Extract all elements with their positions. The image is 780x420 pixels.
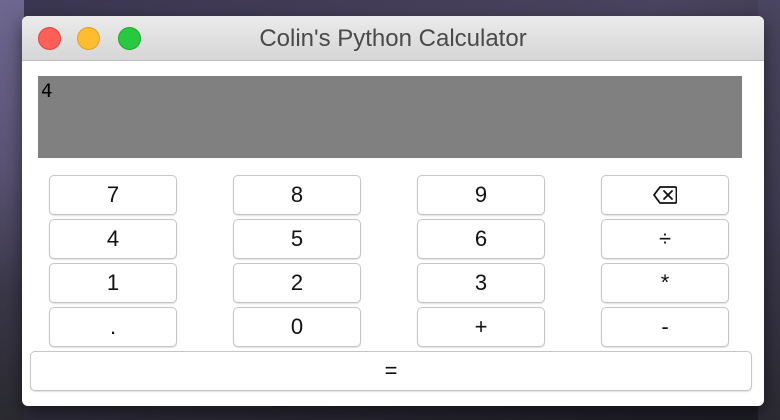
desktop-wallpaper-left xyxy=(0,0,24,420)
key-7-button[interactable]: 7 xyxy=(49,175,177,215)
key-2-button[interactable]: 2 xyxy=(233,263,361,303)
minus-button[interactable]: - xyxy=(601,307,729,347)
display-value: 4 xyxy=(41,80,53,102)
key-8-button[interactable]: 8 xyxy=(233,175,361,215)
key-3-button[interactable]: 3 xyxy=(417,263,545,303)
title-bar[interactable]: Colin's Python Calculator xyxy=(22,16,764,61)
key-4-button[interactable]: 4 xyxy=(49,219,177,259)
equals-button[interactable]: = xyxy=(30,351,752,391)
key-0-button[interactable]: 0 xyxy=(233,307,361,347)
decimal-point-button[interactable]: . xyxy=(49,307,177,347)
key-1-button[interactable]: 1 xyxy=(49,263,177,303)
key-9-button[interactable]: 9 xyxy=(417,175,545,215)
key-5-button[interactable]: 5 xyxy=(233,219,361,259)
backspace-icon xyxy=(653,186,677,204)
calculator-display: 4 xyxy=(38,76,742,158)
plus-button[interactable]: + xyxy=(417,307,545,347)
calculator-window: Colin's Python Calculator 4 7 8 9 4 5 6 … xyxy=(22,16,764,406)
key-6-button[interactable]: 6 xyxy=(417,219,545,259)
divide-button[interactable]: ÷ xyxy=(601,219,729,259)
backspace-button[interactable] xyxy=(601,175,729,215)
window-title: Colin's Python Calculator xyxy=(259,25,527,52)
multiply-button[interactable]: * xyxy=(601,263,729,303)
